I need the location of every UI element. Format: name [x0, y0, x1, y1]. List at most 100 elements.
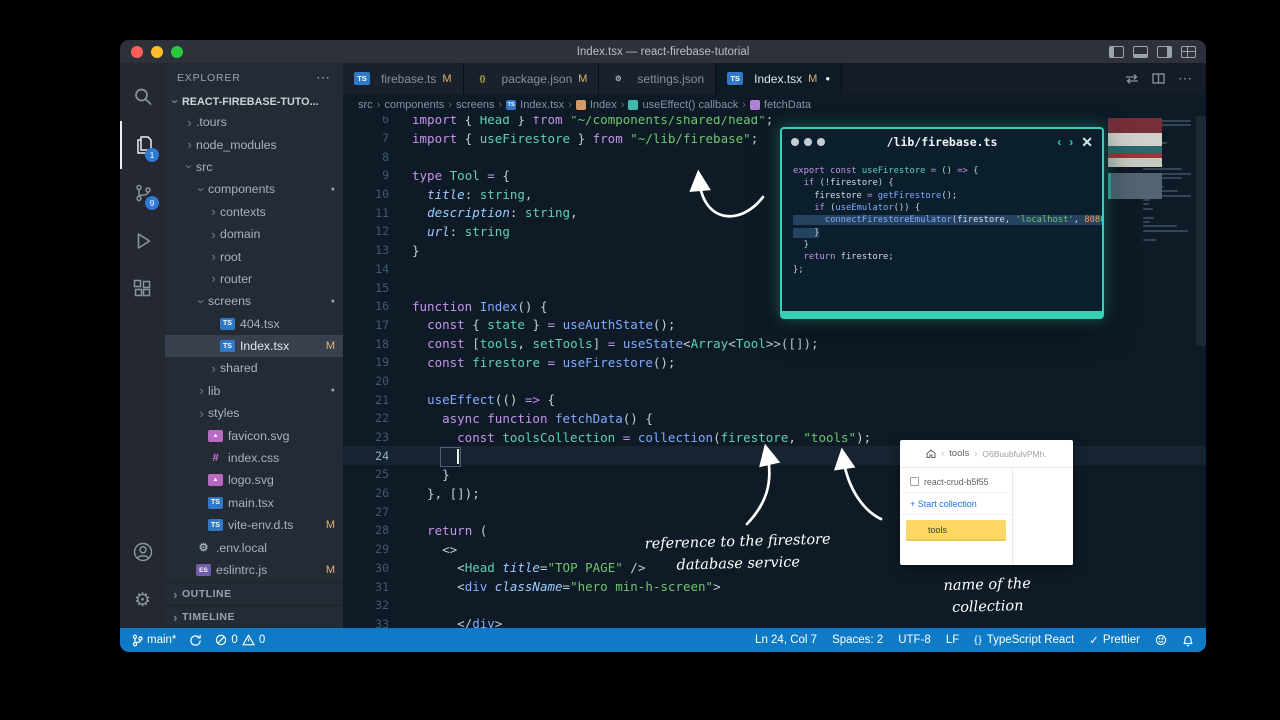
tab-firebase.ts[interactable]: TSfirebase.tsM	[343, 63, 464, 94]
tree-item-.env.local[interactable]: ›⚙.env.local	[165, 536, 343, 558]
tree-item-vite-env.d.ts[interactable]: ›TSvite-env.d.tsM	[165, 514, 343, 536]
scrollbar-thumb[interactable]	[1196, 116, 1206, 346]
screenshot-stage: Index.tsx — react-firebase-tutorial 1	[0, 0, 1280, 720]
formatter-status[interactable]: ✓ Prettier	[1089, 633, 1140, 647]
home-icon[interactable]	[926, 449, 936, 458]
gear-file-icon: ⚙	[196, 542, 211, 554]
breadcrumb-item-src[interactable]: src	[358, 99, 373, 111]
breadcrumb-separator: ›	[742, 99, 746, 111]
outline-section-header[interactable]: › OUTLINE	[165, 582, 343, 605]
git-status-badge: M	[578, 73, 587, 85]
source-control-activity-button[interactable]: 9	[120, 169, 165, 217]
breadcrumb: src›components›screens›TSIndex.tsx›Index…	[343, 94, 1206, 116]
extensions-activity-button[interactable]	[120, 265, 165, 313]
notifications-button[interactable]	[1182, 634, 1194, 647]
tree-item-shared[interactable]: ›shared	[165, 357, 343, 379]
overlay-back-icon[interactable]: ‹	[1057, 135, 1061, 149]
chevron-right-icon: ›	[183, 116, 196, 129]
breadcrumb-item-Index.tsx[interactable]: TSIndex.tsx	[506, 99, 564, 111]
tree-item-logo.svg[interactable]: ›▲logo.svg	[165, 469, 343, 491]
toggle-sidebar-icon[interactable]	[1109, 46, 1124, 58]
console-project-row[interactable]: react-crud-b5f55	[900, 471, 1012, 493]
breadcrumb-item-Index[interactable]: Index	[576, 99, 617, 111]
tree-item-screens[interactable]: ›screens●	[165, 290, 343, 312]
branch-status[interactable]: main*	[132, 634, 176, 647]
tree-item-index.css[interactable]: ›#index.css	[165, 447, 343, 469]
console-collections-column: react-crud-b5f55 + Start collection tool…	[900, 468, 1013, 565]
maximize-window-button[interactable]	[171, 46, 183, 58]
overlay-code-line: connectFirestoreEmulator(firestore, 'loc…	[793, 214, 1091, 226]
line-number: 6	[343, 116, 389, 126]
language-mode-status[interactable]: { } TypeScript React	[974, 634, 1074, 646]
chevron-right-icon: ›	[183, 138, 196, 151]
overlay-code-line: }	[793, 226, 1091, 238]
breadcrumb-item-screens[interactable]: screens	[456, 99, 495, 111]
tree-item-components[interactable]: ›components●	[165, 178, 343, 200]
project-root-header[interactable]: › REACT-FIREBASE-TUTO...	[165, 92, 343, 111]
selected-collection-row[interactable]: tools	[906, 520, 1006, 541]
code-line-25: 25 }	[343, 465, 1206, 484]
console-doc-crumb[interactable]: O6BuubfulvPMh.	[982, 449, 1046, 459]
eol-status[interactable]: LF	[946, 634, 959, 646]
switch-editor-icon[interactable]	[1125, 73, 1139, 85]
tree-item-404.tsx[interactable]: ›TS404.tsx	[165, 313, 343, 335]
encoding-status[interactable]: UTF-8	[898, 634, 931, 646]
feedback-icon	[1155, 634, 1167, 646]
cursor-position-status[interactable]: Ln 24, Col 7	[755, 634, 817, 646]
tree-item-styles[interactable]: ›styles	[165, 402, 343, 424]
chevron-right-icon: ›	[207, 205, 220, 218]
check-icon: ✓	[1089, 633, 1099, 647]
line-number: 18	[343, 337, 389, 351]
tree-item-label: vite-env.d.ts	[228, 518, 293, 532]
timeline-section-header[interactable]: › TIMELINE	[165, 605, 343, 628]
feedback-button[interactable]	[1155, 634, 1167, 646]
toggle-panel-icon[interactable]	[1133, 46, 1148, 58]
editor-actions: ⋯	[1125, 63, 1206, 94]
tree-item-Index.tsx[interactable]: ›TSIndex.tsxM	[165, 335, 343, 357]
search-activity-button[interactable]	[120, 73, 165, 121]
tree-item-.tours[interactable]: ›.tours	[165, 111, 343, 133]
indentation-status[interactable]: Spaces: 2	[832, 634, 883, 646]
git-status-badge: M	[808, 73, 817, 85]
customize-layout-icon[interactable]	[1181, 46, 1196, 58]
tree-item-label: router	[220, 272, 252, 286]
settings-button[interactable]: ⚙	[120, 576, 165, 624]
toggle-secondary-sidebar-icon[interactable]	[1157, 46, 1172, 58]
close-window-button[interactable]	[131, 46, 143, 58]
tree-item-favicon.svg[interactable]: ›▲favicon.svg	[165, 424, 343, 446]
line-number: 19	[343, 355, 389, 369]
tree-item-main.tsx[interactable]: ›TSmain.tsx	[165, 492, 343, 514]
code-line-33: 33 </div>	[343, 615, 1206, 628]
breadcrumb-item-components[interactable]: components	[384, 99, 444, 111]
tab-Index.tsx[interactable]: TSIndex.tsxM●	[716, 63, 842, 94]
chevron-right-icon: ›	[207, 228, 220, 241]
line-number: 24	[343, 449, 389, 463]
problems-status[interactable]: 0 0	[215, 634, 265, 646]
tab-package.json[interactable]: {}package.jsonM	[464, 63, 600, 94]
tree-item-contexts[interactable]: ›contexts	[165, 201, 343, 223]
overlay-close-icon[interactable]: ✕	[1081, 134, 1093, 151]
tree-item-eslintrc.js[interactable]: ›ESeslintrc.jsM	[165, 559, 343, 581]
breadcrumb-item-fetchData[interactable]: fetchData	[750, 99, 811, 111]
tree-item-router[interactable]: ›router	[165, 268, 343, 290]
minimize-window-button[interactable]	[151, 46, 163, 58]
explorer-more-actions-icon[interactable]: ⋯	[316, 69, 331, 86]
git-branch-icon	[132, 634, 143, 647]
more-actions-icon[interactable]: ⋯	[1178, 70, 1193, 87]
console-collection-crumb[interactable]: tools	[949, 448, 969, 459]
overlay-forward-icon[interactable]: ›	[1069, 135, 1073, 149]
tree-item-domain[interactable]: ›domain	[165, 223, 343, 245]
tree-item-src[interactable]: ›src	[165, 156, 343, 178]
tree-item-root[interactable]: ›root	[165, 245, 343, 267]
ts-file-icon: TS	[208, 497, 223, 509]
tree-item-node_modules[interactable]: ›node_modules	[165, 133, 343, 155]
sync-button[interactable]	[189, 634, 202, 647]
run-debug-activity-button[interactable]	[120, 217, 165, 265]
tree-item-lib[interactable]: ›lib●	[165, 380, 343, 402]
tab-settings.json[interactable]: ⚙settings.json	[599, 63, 716, 94]
account-button[interactable]	[120, 528, 165, 576]
breadcrumb-item-useEffect() callback[interactable]: useEffect() callback	[628, 99, 738, 111]
split-editor-icon[interactable]	[1152, 73, 1165, 84]
start-collection-button[interactable]: + Start collection	[900, 493, 1012, 515]
explorer-activity-button[interactable]: 1	[120, 121, 165, 169]
